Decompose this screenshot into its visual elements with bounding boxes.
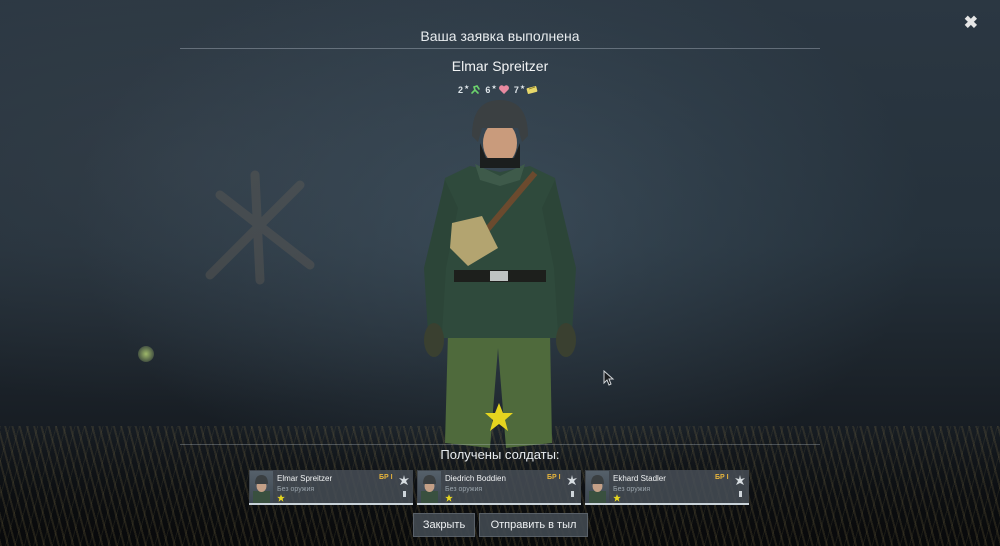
soldier-card-br: БР I — [547, 474, 561, 481]
portrait-image — [253, 475, 270, 503]
perk-agility-star: ★ — [464, 85, 470, 91]
ammo-indicator — [403, 491, 406, 497]
soldier-card-name: Elmar Spreitzer — [277, 474, 333, 483]
perk-ammo-value: 7 — [513, 84, 519, 95]
soldier-card-name: Diedrich Boddien — [445, 474, 506, 483]
soldier-portrait — [586, 471, 609, 503]
dialog-title: Ваша заявка выполнена — [420, 28, 580, 44]
soldier-card[interactable]: Diedrich Boddien Без оружия БР I — [417, 470, 581, 505]
distant-light — [138, 346, 154, 362]
perk-agility-value: 2 — [458, 84, 464, 95]
star-icon — [277, 494, 285, 502]
perk-agility: 2 ★ — [458, 84, 481, 95]
portrait-image — [589, 475, 606, 503]
heart-icon — [498, 85, 509, 94]
perk-stats: 2 ★ 6 ★ 7 ★ — [458, 84, 538, 95]
perk-ammo-star: ★ — [519, 85, 526, 91]
title-divider — [180, 48, 820, 49]
assault-class-icon — [735, 475, 745, 485]
star-icon — [445, 494, 453, 502]
soldier-name: Elmar Spreitzer — [451, 58, 549, 74]
soldier-card[interactable]: Elmar Spreitzer Без оружия БР I — [249, 470, 413, 505]
star-icon — [485, 403, 513, 431]
soldier-portrait — [250, 471, 273, 503]
perk-vitality-star: ★ — [491, 85, 497, 91]
soldier-card-weapon: Без оружия — [445, 486, 483, 493]
close-button[interactable]: Закрыть — [413, 513, 475, 537]
received-soldiers-list: Elmar Spreitzer Без оружия БР I Diedrich… — [249, 470, 749, 505]
soldier-card-weapon: Без оружия — [277, 486, 315, 493]
perk-vitality: 6 ★ — [485, 84, 509, 95]
ammo-pouch-icon — [526, 86, 538, 94]
assault-class-icon — [567, 475, 577, 485]
portrait-image — [421, 475, 438, 503]
mouse-cursor-icon — [603, 370, 615, 386]
agility-icon — [471, 85, 481, 94]
czech-hedgehog-silhouette — [205, 170, 315, 285]
star-icon — [613, 494, 621, 502]
soldier-portrait — [418, 471, 441, 503]
send-to-rear-button[interactable]: Отправить в тыл — [479, 513, 588, 537]
ammo-indicator — [571, 491, 574, 497]
soldier-card-br: БР I — [715, 474, 729, 481]
soldier-card-weapon: Без оружия — [613, 486, 651, 493]
received-divider — [180, 444, 820, 445]
soldier-card[interactable]: Ekhard Stadler Без оружия БР I — [585, 470, 749, 505]
ammo-indicator — [739, 491, 742, 497]
perk-vitality-value: 6 — [485, 84, 491, 95]
perk-ammo: 7 ★ — [514, 84, 538, 95]
soldier-card-br: БР I — [379, 474, 393, 481]
soldier-card-name: Ekhard Stadler — [613, 474, 666, 483]
assault-class-icon — [399, 475, 409, 485]
dialog-actions: Закрыть Отправить в тыл — [413, 513, 588, 537]
received-label: Получены солдаты: — [440, 447, 560, 462]
